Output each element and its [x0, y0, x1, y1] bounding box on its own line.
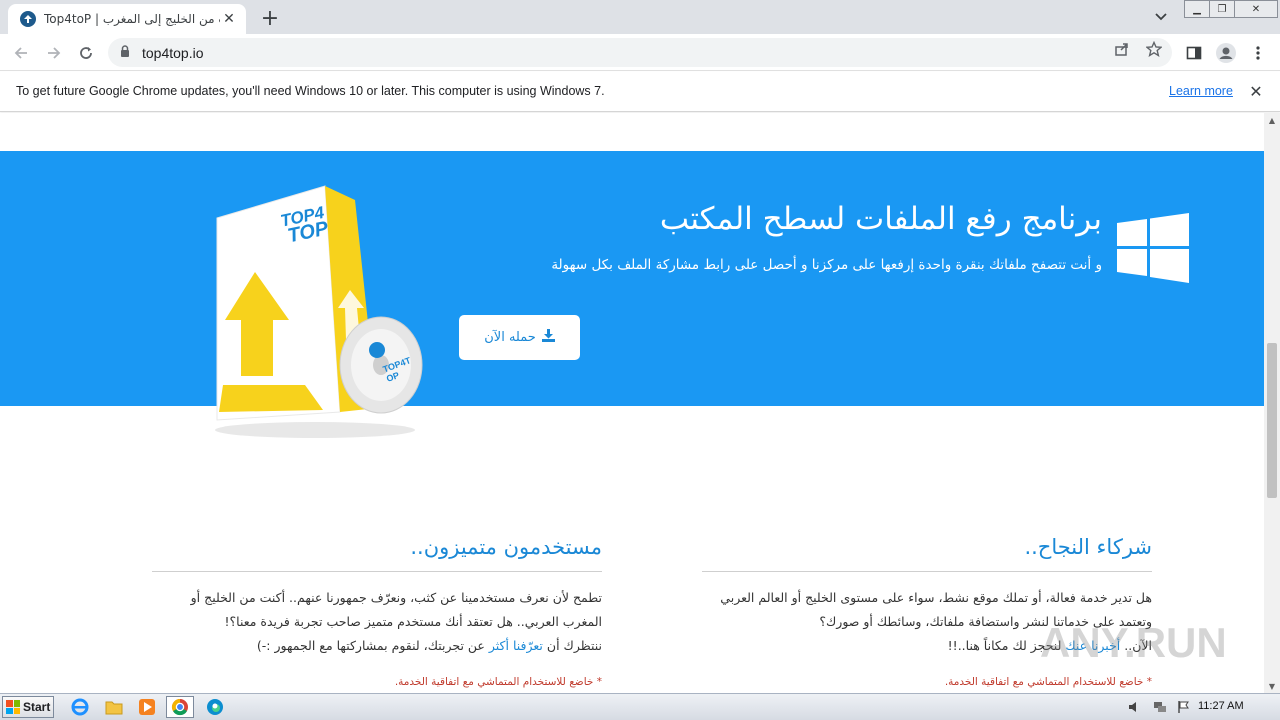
windows-taskbar: Start 11:27 AM [0, 693, 1280, 720]
profile-avatar-icon[interactable] [1213, 40, 1239, 66]
know-more-link[interactable]: تعرّفنا أكثر [489, 638, 543, 653]
site-favicon-icon [20, 11, 36, 27]
windows-logo-icon [1117, 213, 1189, 283]
tab-title: Top4toP | الملفات من الخليج إلى المغرب [44, 12, 220, 26]
partners-heading: شركاء النجاح.. [702, 535, 1152, 572]
browser-toolbar: top4top.io [0, 34, 1280, 71]
edge-icon[interactable] [201, 696, 229, 718]
side-panel-icon[interactable] [1181, 40, 1207, 66]
banner-subtitle: و أنت تتصفح ملفاتك بنقرة واحدة إرفعها عل… [551, 257, 1102, 273]
scroll-down-arrow-icon[interactable]: ▼ [1264, 679, 1280, 693]
close-window-icon[interactable]: ✕ [1234, 0, 1278, 18]
url-text: top4top.io [142, 44, 204, 61]
restore-window-icon[interactable]: ❐ [1209, 0, 1235, 18]
page-scrollbar[interactable]: ▲ ▼ [1264, 113, 1280, 693]
volume-tray-icon[interactable] [1127, 699, 1143, 715]
tab-strip: Top4toP | الملفات من الخليج إلى المغرب ✕… [0, 0, 1280, 34]
download-now-button[interactable]: حمله الآن [459, 315, 580, 360]
users-heading: مستخدمون متميزون.. [152, 535, 602, 572]
minimize-window-icon[interactable]: ▁ [1184, 0, 1210, 18]
start-button[interactable]: Start [2, 696, 54, 718]
users-line-1: تطمح لأن نعرف مستخدمينا عن كثب، ونعرّف ج… [190, 590, 602, 605]
tab-close-icon[interactable]: ✕ [220, 10, 238, 28]
partners-terms-note: * خاضع للاستخدام المتماشي مع اتفاقية الخ… [944, 676, 1152, 688]
users-terms-note: * خاضع للاستخدام المتماشي مع اتفاقية الخ… [394, 676, 602, 688]
users-line-2: المغرب العربي.. هل تعتقد أنك مستخدم متمي… [224, 614, 602, 629]
page-content: برنامج رفع الملفات لسطح المكتب و أنت تتص… [0, 113, 1264, 693]
users-line-3: ننتظرك أن تعرّفنا أكثر عن تجربتك، لنقوم … [256, 638, 602, 653]
file-explorer-icon[interactable] [100, 696, 128, 718]
download-label: حمله الآن [484, 330, 536, 345]
internet-explorer-icon[interactable] [66, 696, 94, 718]
partners-line-1: هل تدير خدمة فعالة، أو تملك موقع نشط، سو… [720, 590, 1152, 605]
address-bar[interactable]: top4top.io [108, 38, 1172, 67]
lock-icon [120, 43, 130, 62]
anyrun-watermark: ANY.RUN [1040, 619, 1227, 666]
media-player-icon[interactable] [133, 696, 161, 718]
learn-more-link[interactable]: Learn more [1169, 84, 1233, 98]
browser-menu-icon[interactable] [1245, 40, 1271, 66]
tab-search-chevron-icon[interactable] [1150, 6, 1172, 28]
desktop-app-banner: برنامج رفع الملفات لسطح المكتب و أنت تتص… [0, 151, 1264, 406]
chrome-update-infobar: To get future Google Chrome updates, you… [0, 72, 1280, 112]
windows-flag-icon [6, 700, 20, 714]
chrome-taskbar-icon[interactable] [166, 696, 194, 718]
scroll-up-arrow-icon[interactable]: ▲ [1264, 113, 1280, 127]
bookmark-star-icon[interactable] [1144, 39, 1164, 59]
download-icon [541, 329, 555, 346]
taskbar-clock: 11:27 AM [1198, 700, 1244, 712]
reload-icon[interactable] [73, 40, 99, 66]
share-icon[interactable] [1112, 39, 1132, 59]
action-center-flag-icon[interactable] [1176, 699, 1192, 715]
box-logo: TOP4 TOP [278, 202, 331, 248]
forward-icon[interactable] [41, 40, 67, 66]
network-tray-icon[interactable] [1152, 699, 1168, 715]
scrollbar-thumb[interactable] [1267, 343, 1277, 498]
start-label: Start [23, 700, 51, 714]
back-icon[interactable] [8, 40, 34, 66]
new-tab-button[interactable]: + [256, 4, 284, 32]
featured-users-section: مستخدمون متميزون.. تطمح لأن نعرف مستخدمي… [152, 535, 602, 688]
infobar-close-icon[interactable]: ✕ [1247, 82, 1265, 101]
banner-title: برنامج رفع الملفات لسطح المكتب [659, 201, 1102, 237]
browser-tab[interactable]: Top4toP | الملفات من الخليج إلى المغرب ✕ [8, 4, 246, 34]
infobar-message: To get future Google Chrome updates, you… [16, 84, 605, 98]
